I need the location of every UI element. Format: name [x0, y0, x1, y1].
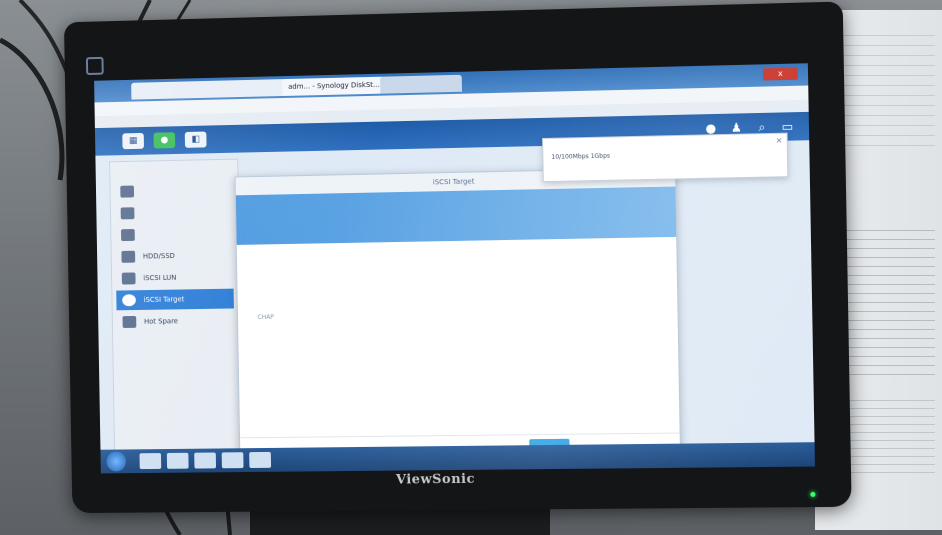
viewsonic-logo-icon — [86, 57, 104, 75]
summary-key: CHAP — [258, 314, 274, 321]
hot-spare-icon — [122, 316, 136, 328]
sidebar-item-label: Hot Spare — [144, 317, 178, 325]
sidebar-item-label: HDD/SSD — [143, 252, 175, 260]
browser-tab[interactable] — [380, 75, 462, 94]
notification-body: 10/100Mbps 1Gbps — [551, 148, 774, 162]
wizard-header — [236, 187, 676, 245]
sidebar-item-iscsi-target[interactable]: iSCSI Target — [116, 289, 234, 311]
summary-row — [259, 364, 659, 380]
sidebar-item-label: iSCSI Target — [144, 295, 185, 304]
notification-popup: 10/100Mbps 1Gbps × — [542, 133, 788, 183]
paper-lines-top — [835, 35, 935, 155]
close-icon[interactable]: × — [776, 136, 783, 145]
monitor-bezel: adm... - Synology DiskSt... x ▦ ● ◧ ● ♟ … — [64, 1, 852, 513]
sidebar-item-iscsi-lun[interactable]: iSCSI LUN — [116, 267, 234, 289]
tab-label: adm... - Synology DiskSt... — [288, 81, 380, 91]
browser-tab[interactable] — [131, 79, 290, 100]
sidebar-item-disk-group[interactable] — [115, 223, 233, 245]
taskbar-app-icon[interactable] — [222, 452, 244, 468]
start-button[interactable] — [106, 451, 126, 471]
sidebar-item-hdd-ssd[interactable]: HDD/SSD — [115, 245, 233, 267]
monitor-screen: adm... - Synology DiskSt... x ▦ ● ◧ ● ♟ … — [94, 63, 815, 473]
chrome-icon[interactable] — [194, 452, 216, 468]
hdd-icon — [121, 251, 135, 263]
main-menu-icon[interactable]: ▦ — [122, 133, 144, 149]
volume-icon — [121, 207, 135, 219]
lun-icon — [122, 272, 136, 284]
storage-manager-sidebar: HDD/SSD iSCSI LUN iSCSI Target Hot Spare — [109, 159, 243, 460]
power-led-icon — [810, 492, 815, 497]
browser-tab-active[interactable]: adm... - Synology DiskSt... — [282, 77, 388, 96]
taskbar-app-icon[interactable] — [139, 453, 161, 469]
disk-group-icon — [121, 229, 135, 241]
target-icon — [122, 294, 136, 306]
monitor-brand: ViewSonic — [396, 472, 475, 488]
sidebar-item-label: iSCSI LUN — [143, 274, 176, 282]
taskbar-app-icon[interactable] — [167, 453, 189, 469]
package-icon[interactable]: ● — [153, 132, 175, 148]
iscsi-target-wizard: iSCSI Target CHAP — [235, 167, 681, 461]
paper-table — [835, 230, 935, 380]
taskbar-app-icon[interactable] — [249, 452, 271, 468]
sidebar-item-overview[interactable] — [114, 180, 232, 202]
window-close-button[interactable]: x — [763, 68, 798, 81]
sidebar-item-volume[interactable] — [115, 201, 233, 223]
overview-icon — [120, 186, 134, 198]
sidebar-item-hot-spare[interactable]: Hot Spare — [117, 310, 235, 332]
storage-manager-icon[interactable]: ◧ — [185, 132, 207, 148]
